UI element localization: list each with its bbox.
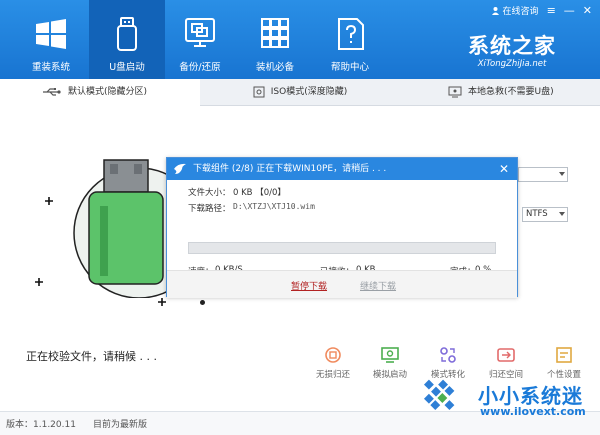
mode-convert-icon — [440, 347, 456, 363]
tab-label: 本地急救(不需要U盘) — [468, 87, 554, 97]
sparkle-icon — [158, 298, 166, 306]
nav-help-center[interactable]: 帮助中心 — [312, 0, 388, 79]
nav-usb-boot[interactable]: U盘启动 — [89, 0, 165, 79]
top-bar: 重装系统 U盘启动 备份/还原 装机必备 帮助中心 在线咨询 ≡ — ✕ 系统之… — [0, 0, 600, 79]
device-select[interactable] — [518, 167, 568, 182]
windows-icon — [36, 19, 66, 49]
return-space-icon — [497, 348, 515, 362]
tab-iso-mode[interactable]: ISO模式(深度隐藏) — [200, 79, 400, 106]
minimize-icon[interactable]: — — [564, 4, 575, 17]
disc-icon — [253, 86, 265, 97]
tool-label: 无损归还 — [315, 370, 350, 380]
download-progress-bar — [188, 242, 496, 254]
pause-download-link[interactable]: 暂停下载 — [291, 279, 327, 292]
tool-label: 模拟启动 — [372, 370, 407, 380]
watermark: 小小系统迷 www.ilovext.com — [410, 374, 600, 424]
tab-label: ISO模式(深度隐藏) — [270, 87, 348, 97]
chevron-down-icon — [559, 212, 565, 216]
path-value: D:\XTZJ\XTJ10.wim — [233, 202, 315, 211]
latest-version-text: 目前为最新版 — [93, 420, 148, 430]
sparkle-icon — [35, 278, 43, 286]
close-icon[interactable]: ✕ — [499, 158, 509, 180]
mode-tabs: 默认模式(隐藏分区) ISO模式(深度隐藏) 本地急救(不需要U盘) — [0, 79, 600, 107]
local-rescue-icon — [448, 86, 462, 97]
nav-label: 重装系统 — [31, 62, 70, 73]
dialog-footer: 暂停下载 继续下载 — [167, 270, 517, 298]
status-text: 正在校验文件，请稍候 . . . — [26, 350, 157, 363]
resume-download-link[interactable]: 继续下载 — [360, 279, 396, 292]
file-size-label: 文件大小： — [188, 188, 231, 198]
dialog-title: 下载组件 (2/8) 正在下载WIN10PE，请稍后 . . . — [193, 164, 387, 174]
tool-restore[interactable]: 无损归还 — [311, 345, 355, 380]
nav-backup-restore[interactable]: 备份/还原 — [162, 0, 238, 79]
usb-icon — [43, 87, 61, 96]
sparkle-icon — [45, 197, 53, 205]
simulate-boot-icon — [381, 347, 399, 363]
chevron-down-icon — [559, 172, 565, 176]
dot-decoration — [200, 300, 205, 305]
help-document-icon — [338, 18, 364, 50]
online-consult-link[interactable]: 在线咨询 — [491, 4, 539, 17]
dialog-title-bar: 下载组件 (2/8) 正在下载WIN10PE，请稍后 . . . ✕ — [167, 158, 517, 180]
brand-logo: 系统之家 XiTongZhiJia.net — [468, 30, 556, 69]
tool-simulate-boot[interactable]: 模拟启动 — [368, 345, 412, 380]
backup-icon — [185, 18, 215, 47]
restore-icon — [325, 347, 341, 363]
usb-drive-icon — [117, 17, 137, 51]
version-text: 版本：1.1.20.11 — [6, 420, 76, 430]
nav-reinstall-system[interactable]: 重装系统 — [13, 0, 89, 79]
window-controls: 在线咨询 ≡ — ✕ — [491, 4, 592, 17]
brand-url: XiTongZhiJia.net — [477, 59, 547, 69]
watermark-url: www.ilovext.com — [480, 405, 586, 418]
online-consult-label: 在线咨询 — [502, 7, 539, 17]
bird-icon — [174, 163, 186, 174]
nav-label: U盘启动 — [109, 62, 145, 73]
file-size-value: 0 KB 【0/0】 — [233, 188, 286, 198]
download-dialog: 下载组件 (2/8) 正在下载WIN10PE，请稍后 . . . ✕ 文件大小：… — [166, 157, 518, 298]
tab-default-mode[interactable]: 默认模式(隐藏分区) — [0, 79, 200, 107]
person-icon — [491, 7, 499, 15]
nav-label: 帮助中心 — [330, 62, 369, 73]
watermark-logo-icon — [423, 379, 455, 411]
tab-label: 默认模式(隐藏分区) — [68, 87, 148, 97]
nav-label: 备份/还原 — [179, 62, 221, 73]
nav-label: 装机必备 — [255, 62, 294, 73]
brand-name: 系统之家 — [468, 33, 556, 58]
menu-icon[interactable]: ≡ — [547, 4, 556, 17]
path-label: 下载路径： — [188, 204, 231, 214]
personalize-icon — [556, 347, 572, 363]
format-select[interactable]: NTFS — [522, 207, 568, 222]
tab-local-rescue[interactable]: 本地急救(不需要U盘) — [400, 79, 600, 106]
close-icon[interactable]: ✕ — [583, 4, 592, 17]
apps-grid-icon — [261, 18, 289, 48]
nav-essentials[interactable]: 装机必备 — [237, 0, 313, 79]
format-select-value: NTFS — [526, 209, 548, 219]
